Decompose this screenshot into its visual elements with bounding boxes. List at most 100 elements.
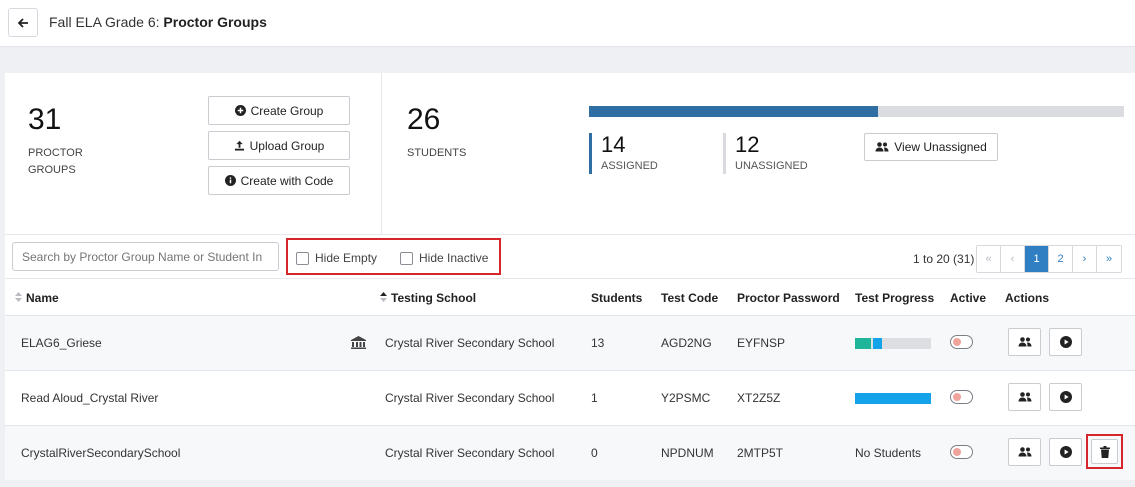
page-title: Fall ELA Grade 6: Proctor Groups	[49, 14, 267, 30]
summary-panel: 31 PROCTOR GROUPS Create Group Upload Gr…	[5, 73, 1135, 234]
group-name[interactable]: ELAG6_Griese	[21, 336, 102, 350]
hide-inactive-box[interactable]	[400, 251, 413, 265]
unassigned-stat: 12 UNASSIGNED	[723, 133, 808, 174]
manage-students-button[interactable]	[1008, 383, 1041, 411]
proctor-password: XT2Z5Z	[737, 391, 781, 405]
table-row: ELAG6_Griese Crystal River Secondary Sch…	[5, 315, 1135, 370]
group-name[interactable]: CrystalRiverSecondarySchool	[21, 446, 180, 460]
assigned-stat: 14 ASSIGNED	[589, 133, 658, 174]
hide-empty-box[interactable]	[296, 251, 309, 265]
group-name[interactable]: Read Aloud_Crystal River	[21, 391, 158, 405]
arrow-left-icon	[17, 17, 28, 28]
active-toggle[interactable]	[950, 390, 973, 404]
users-icon	[1018, 392, 1031, 402]
proctor-groups-table: Name Testing School Students Test Code P…	[5, 278, 1135, 480]
groups-count: 31	[28, 103, 62, 136]
table-header: Name Testing School Students Test Code P…	[5, 278, 1135, 315]
school-column-header[interactable]: Testing School	[380, 291, 476, 305]
progress-column-header: Test Progress	[855, 291, 935, 305]
manage-students-button[interactable]	[1008, 438, 1041, 466]
page-2-button[interactable]: 2	[1049, 246, 1073, 272]
last-page-button[interactable]: »	[1097, 246, 1121, 272]
school-header-label: Testing School	[391, 291, 477, 305]
test-code: Y2PSMC	[661, 391, 711, 405]
proctor-password: 2MTP5T	[737, 446, 784, 460]
filter-highlight: Hide Empty Hide Inactive	[286, 238, 501, 275]
create-with-code-label: Create with Code	[240, 173, 334, 188]
active-column-header: Active	[950, 291, 987, 305]
upload-group-button[interactable]: Upload Group	[208, 131, 350, 160]
pagination-range: 1 to 20 (31)	[913, 252, 975, 266]
play-circle-icon	[1059, 446, 1072, 458]
toggle-knob	[953, 338, 961, 346]
students-count-cell: 0	[591, 446, 598, 460]
hide-inactive-label: Hide Inactive	[419, 251, 489, 265]
table-row: Read Aloud_Crystal River Crystal River S…	[5, 370, 1135, 425]
active-toggle[interactable]	[950, 445, 973, 459]
info-circle-icon	[224, 175, 236, 186]
students-column-header: Students	[591, 291, 643, 305]
hide-empty-checkbox[interactable]: Hide Empty	[296, 251, 377, 265]
test-progress-bar	[855, 338, 931, 349]
view-unassigned-button[interactable]: View Unassigned	[864, 133, 998, 161]
toggle-knob	[953, 448, 961, 456]
unassigned-count: 12	[735, 132, 760, 157]
unassigned-label: UNASSIGNED	[735, 160, 808, 172]
page-title-prefix: Fall ELA Grade 6:	[49, 14, 164, 30]
users-icon	[1018, 447, 1031, 457]
create-group-button[interactable]: Create Group	[208, 96, 350, 125]
users-icon	[875, 142, 889, 152]
active-toggle[interactable]	[950, 335, 973, 349]
create-group-label: Create Group	[250, 103, 324, 118]
students-count-cell: 1	[591, 391, 598, 405]
view-unassigned-label: View Unassigned	[894, 140, 987, 154]
assigned-label: ASSIGNED	[601, 160, 658, 172]
hide-empty-label: Hide Empty	[315, 251, 378, 265]
progress-segment-complete	[855, 338, 871, 349]
testing-school: Crystal River Secondary School	[385, 391, 555, 405]
manage-students-button[interactable]	[1008, 328, 1041, 356]
next-page-button[interactable]: ›	[1073, 246, 1097, 272]
students-count: 26	[407, 103, 441, 136]
hide-inactive-checkbox[interactable]: Hide Inactive	[400, 251, 488, 265]
test-progress-text: No Students	[855, 446, 922, 460]
progress-segment-started	[873, 338, 882, 349]
sort-asc-icon	[380, 291, 387, 305]
groups-label: PROCTOR GROUPS	[28, 145, 83, 179]
delete-group-button[interactable]	[1091, 439, 1118, 464]
page-1-button[interactable]: 1	[1025, 246, 1049, 272]
students-count-cell: 13	[591, 336, 605, 350]
page-title-main: Proctor Groups	[163, 14, 267, 30]
test-progress-bar	[855, 393, 931, 404]
assigned-progress-bar	[589, 106, 878, 117]
back-button[interactable]	[8, 8, 38, 37]
plus-circle-icon	[234, 105, 246, 116]
start-session-button[interactable]	[1049, 328, 1082, 356]
sort-icon	[15, 291, 22, 305]
assigned-count: 14	[601, 132, 626, 157]
groups-label-line1: PROCTOR	[28, 147, 83, 159]
name-column-header[interactable]: Name	[15, 291, 59, 305]
prev-page-button[interactable]: ‹	[1001, 246, 1025, 272]
test-code: NPDNUM	[661, 446, 714, 460]
upload-group-label: Upload Group	[249, 138, 325, 153]
unassigned-progress-bar	[878, 106, 1124, 117]
search-input[interactable]	[12, 242, 279, 271]
first-page-button[interactable]: «	[977, 246, 1001, 272]
test-code: AGD2NG	[661, 336, 712, 350]
table-toolbar: Hide Empty Hide Inactive 1 to 20 (31) « …	[5, 234, 1135, 278]
groups-summary: 31 PROCTOR GROUPS Create Group Upload Gr…	[5, 73, 382, 234]
groups-label-line2: GROUPS	[28, 164, 76, 176]
school-building-icon	[351, 336, 366, 354]
create-with-code-button[interactable]: Create with Code	[208, 166, 350, 195]
delete-highlight	[1086, 434, 1123, 469]
code-column-header: Test Code	[661, 291, 719, 305]
start-session-button[interactable]	[1049, 438, 1082, 466]
students-label: STUDENTS	[407, 147, 467, 159]
trash-icon	[1099, 445, 1110, 458]
testing-school: Crystal River Secondary School	[385, 336, 555, 350]
top-bar: Fall ELA Grade 6: Proctor Groups	[0, 0, 1135, 47]
start-session-button[interactable]	[1049, 383, 1082, 411]
play-circle-icon	[1059, 336, 1072, 348]
upload-icon	[234, 140, 245, 151]
